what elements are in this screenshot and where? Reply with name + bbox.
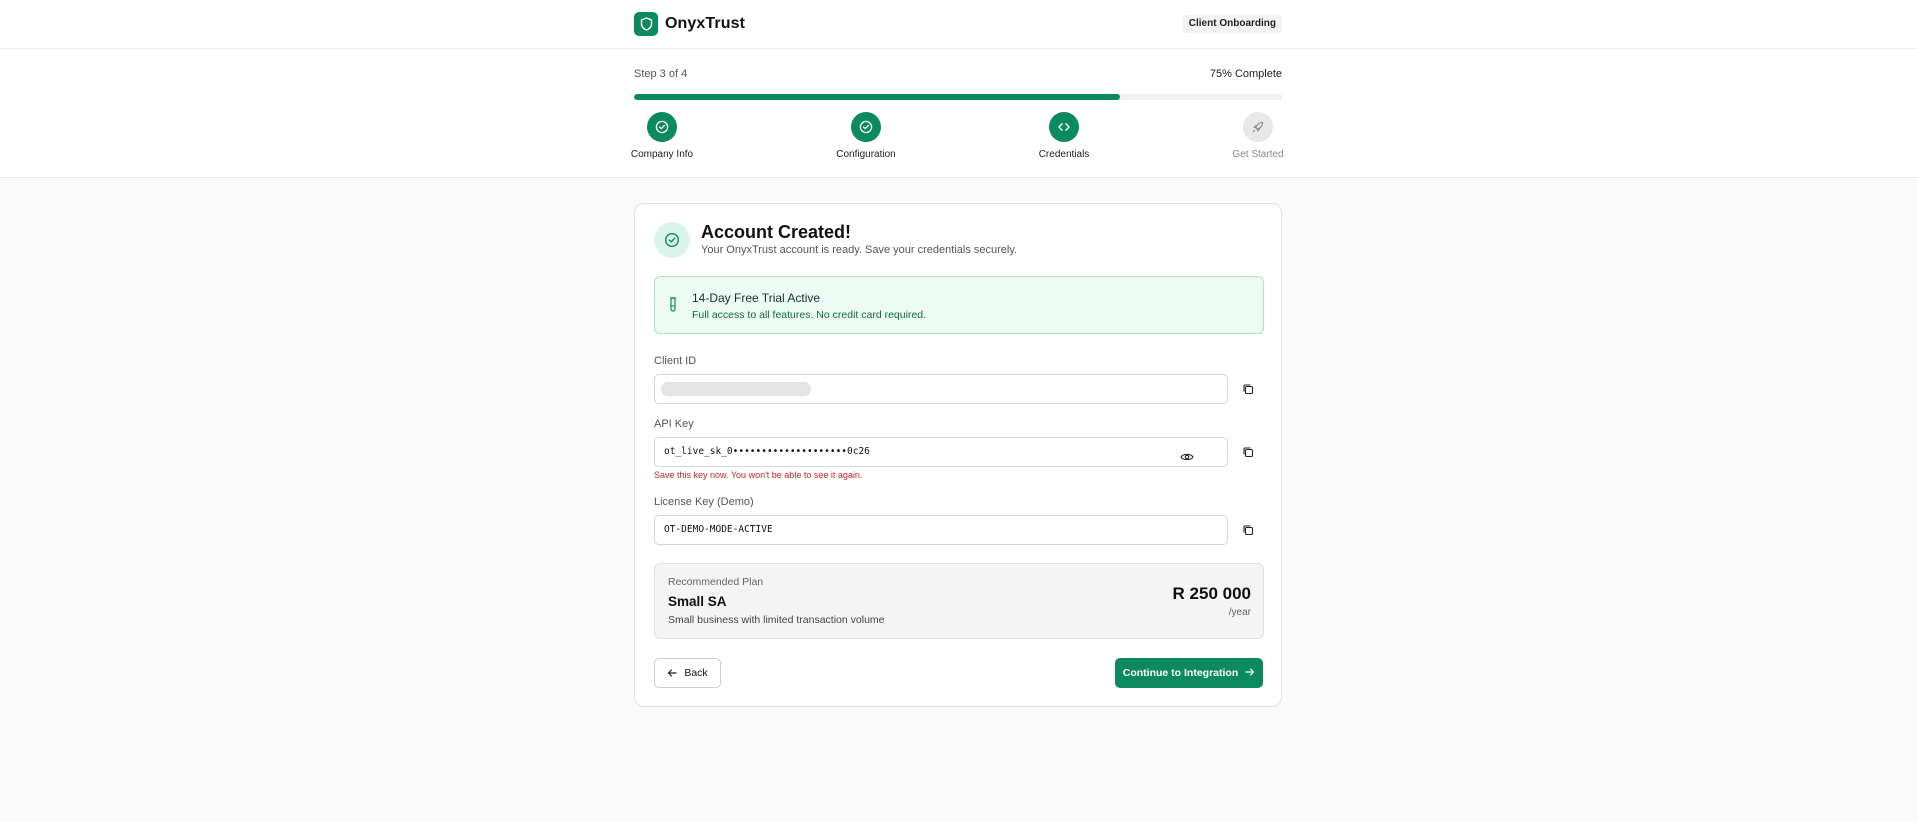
step-counter: Step 3 of 4 — [634, 68, 688, 80]
copy-icon — [1243, 525, 1254, 536]
continue-button[interactable]: Continue to Integration — [1115, 658, 1263, 688]
plan-price: R 250 000 — [1172, 584, 1251, 603]
trial-banner: 14-Day Free Trial Active Full access to … — [654, 276, 1264, 334]
trial-title: 14-Day Free Trial Active — [692, 291, 821, 305]
api-key-warning: Save this key now. You won't be able to … — [654, 470, 863, 480]
license-key-value: OT-DEMO-MODE-ACTIVE — [664, 524, 773, 535]
onboarding-badge: Client Onboarding — [1182, 15, 1282, 33]
step-label: Credentials — [1038, 149, 1090, 160]
brand[interactable]: OnyxTrust — [634, 12, 745, 36]
progress-percent: 75% Complete — [1209, 68, 1282, 80]
plan-eyebrow: Recommended Plan — [668, 576, 764, 588]
arrow-right-icon — [1245, 667, 1255, 680]
header-divider — [0, 48, 1917, 49]
check-circle-icon — [654, 222, 690, 258]
credentials-card: Account Created! Your OnyxTrust account … — [634, 203, 1282, 707]
plan-description: Small business with limited transaction … — [668, 614, 885, 626]
api-key-field[interactable]: ot_live_sk_0••••••••••••••••••••0c26 — [654, 437, 1228, 467]
check-circle-icon — [851, 112, 881, 142]
license-key-label: License Key (Demo) — [654, 496, 754, 508]
plan-name: Small SA — [668, 594, 727, 609]
api-key-label: API Key — [654, 418, 694, 430]
brand-name: OnyxTrust — [665, 15, 746, 32]
license-key-field[interactable]: OT-DEMO-MODE-ACTIVE — [654, 515, 1228, 545]
onboarding-header: OnyxTrust Client Onboarding Step 3 of 4 … — [0, 0, 1917, 178]
client-id-label: Client ID — [654, 355, 697, 367]
copy-license-key-button[interactable] — [1238, 520, 1258, 540]
progress-bar-fill — [634, 94, 1120, 100]
trial-subtitle: Full access to all features. No credit c… — [692, 309, 927, 321]
copy-api-key-button[interactable] — [1238, 442, 1258, 462]
client-id-field[interactable] — [654, 374, 1228, 404]
test-tube-icon — [669, 297, 677, 318]
card-subtitle: Your OnyxTrust account is ready. Save yo… — [701, 244, 1018, 256]
card-title: Account Created! — [701, 222, 852, 242]
back-button-label: Back — [684, 667, 708, 679]
plan-period: /year — [1228, 607, 1251, 618]
step-credentials: Credentials — [1004, 112, 1124, 160]
step-label: Configuration — [836, 149, 896, 160]
copy-icon — [1243, 447, 1254, 458]
step-get-started: Get Started — [1198, 112, 1318, 160]
step-label: Get Started — [1232, 149, 1284, 160]
step-company-info: Company Info — [602, 112, 722, 160]
shield-icon — [634, 12, 658, 36]
copy-client-id-button[interactable] — [1238, 379, 1258, 399]
step-label: Company Info — [630, 149, 694, 160]
rocket-icon — [1243, 112, 1273, 142]
progress-bar — [634, 94, 1282, 100]
copy-icon — [1243, 384, 1254, 395]
continue-button-label: Continue to Integration — [1122, 667, 1239, 679]
check-circle-icon — [647, 112, 677, 142]
arrow-left-icon — [668, 669, 677, 677]
recommended-plan: Recommended Plan Small SA Small business… — [654, 563, 1264, 639]
redacted-value — [661, 382, 811, 396]
eye-icon[interactable] — [1180, 447, 1194, 461]
api-key-value: ot_live_sk_0••••••••••••••••••••0c26 — [664, 446, 870, 457]
code-icon — [1049, 112, 1079, 142]
step-configuration: Configuration — [806, 112, 926, 160]
back-button[interactable]: Back — [654, 658, 721, 688]
